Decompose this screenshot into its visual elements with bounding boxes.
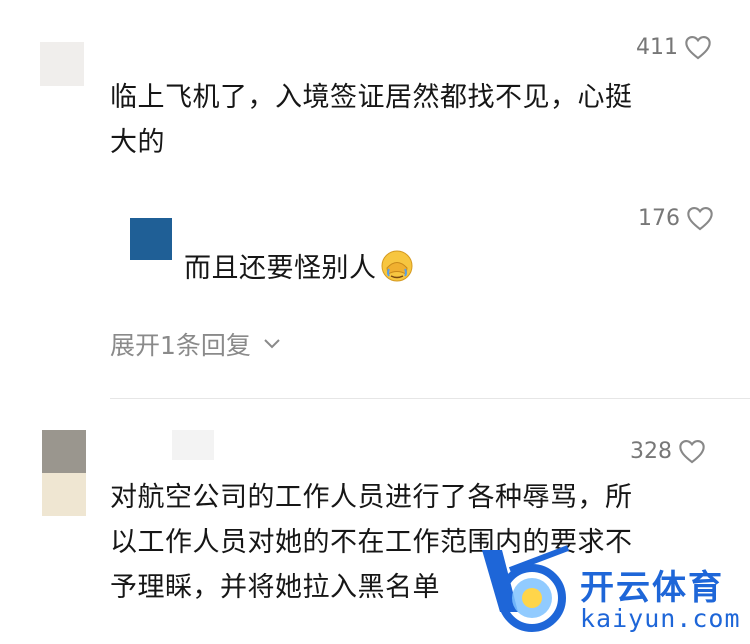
like-count: 411 — [636, 34, 678, 60]
like-count: 328 — [630, 438, 672, 464]
avatar-bottom — [42, 473, 86, 516]
like-button[interactable]: 411 — [636, 34, 712, 60]
comment-line: 临上飞机了，入境签证居然都找不见，心挺 — [110, 82, 633, 113]
heart-icon — [679, 440, 705, 464]
watermark-brand-en: kaiyun.com — [580, 604, 741, 633]
comment-line: 大的 — [110, 127, 165, 158]
reply-avatar[interactable] — [130, 218, 172, 260]
expand-replies-button[interactable]: 展开1条回复 — [110, 326, 281, 362]
heart-icon — [685, 36, 711, 60]
comment-line: 对航空公司的工作人员进行了各种辱骂，所 — [110, 482, 633, 513]
chevron-down-icon — [264, 339, 280, 349]
comment-text: 临上飞机了，入境签证居然都找不见，心挺 大的 — [110, 75, 730, 165]
divider — [110, 398, 750, 399]
reply-like-count: 176 — [638, 205, 680, 231]
reply-like-button[interactable]: 176 — [638, 205, 714, 231]
reply-text: 而且还要怪别人 — [184, 246, 415, 291]
username-placeholder — [172, 430, 214, 460]
avatar[interactable] — [42, 430, 86, 516]
like-button[interactable]: 328 — [630, 438, 706, 464]
face-palm-emoji-icon — [381, 250, 412, 282]
heart-icon — [687, 207, 713, 231]
comment-line: 以工作人员对她的不在工作范围内的要求不 — [110, 527, 633, 558]
reply-text-label: 而且还要怪别人 — [184, 253, 377, 284]
avatar-top — [42, 430, 86, 473]
expand-replies-label: 展开1条回复 — [110, 331, 251, 360]
watermark-brand-cn: 开云体育 — [580, 568, 724, 608]
avatar[interactable] — [40, 42, 84, 86]
kaiyun-logo-icon — [482, 545, 570, 632]
